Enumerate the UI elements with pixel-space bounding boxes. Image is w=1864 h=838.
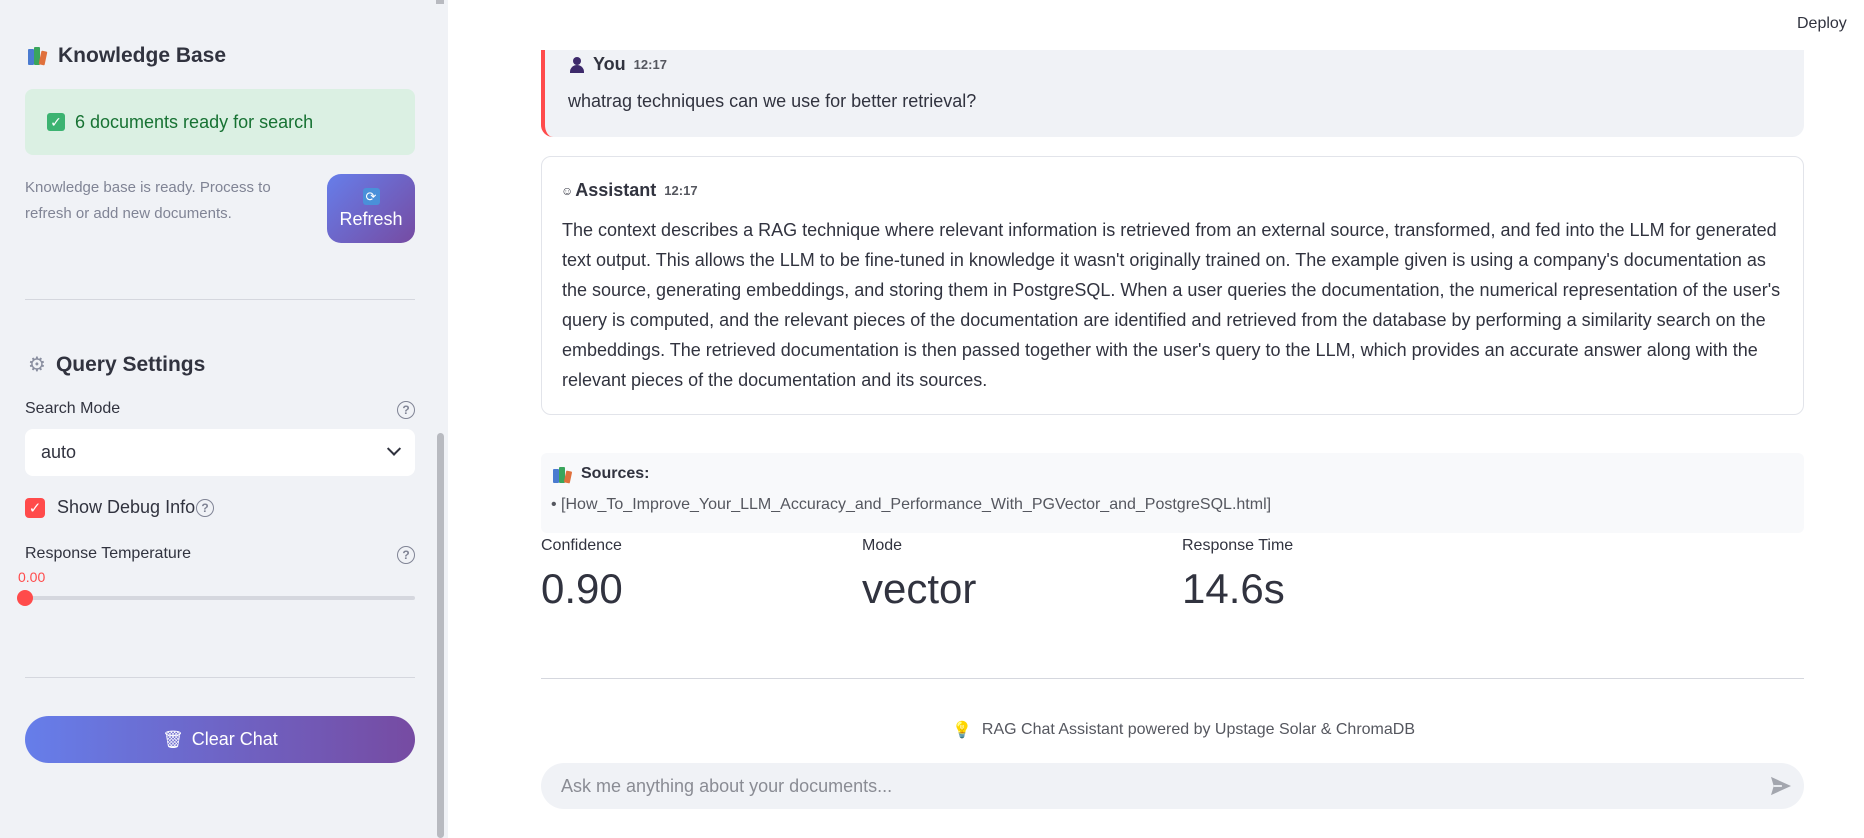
metric-mode: Mode vector <box>862 537 976 613</box>
sidebar-divider <box>25 299 415 300</box>
metric-value: vector <box>862 565 977 612</box>
assistant-time: 12:17 <box>664 183 698 198</box>
chevron-down-icon <box>386 441 402 456</box>
books-icon <box>28 47 48 66</box>
debug-help-icon[interactable]: ? <box>196 499 214 517</box>
search-mode-value: auto <box>41 442 77 462</box>
user-name: You <box>593 54 626 74</box>
temperature-slider-handle[interactable] <box>17 590 33 606</box>
search-mode-label: Search Mode <box>25 400 121 417</box>
user-message: You 12:17 whatrag techniques can we use … <box>541 50 1804 137</box>
deploy-button[interactable]: Deploy <box>1797 15 1847 33</box>
debug-checkbox-row[interactable]: ✓ Show Debug Info <box>25 497 195 518</box>
debug-label: Show Debug Info <box>57 497 196 517</box>
temperature-slider-track[interactable] <box>25 596 415 600</box>
metric-label: Confidence <box>541 537 622 554</box>
kb-status-text: 6 documents ready for search <box>75 111 314 132</box>
robot-icon: ☺ <box>561 183 574 198</box>
assistant-name: Assistant <box>575 180 657 200</box>
kb-title: Knowledge Base <box>58 44 227 67</box>
metric-value: 14.6s <box>1182 565 1285 612</box>
sidebar-divider-2 <box>25 677 415 678</box>
metric-label: Mode <box>862 537 903 554</box>
temperature-value: 0.00 <box>18 569 46 585</box>
assistant-message-text: The context describes a RAG technique wh… <box>562 220 1781 390</box>
assistant-message: ☺ Assistant 12:17 The context describes … <box>541 156 1804 415</box>
source-item: • [How_To_Improve_Your_LLM_Accuracy_and_… <box>551 496 1272 513</box>
gear-icon: ⚙ <box>28 354 46 376</box>
lightbulb-icon: 💡 <box>951 722 972 739</box>
footer: 💡 RAG Chat Assistant powered by Upstage … <box>0 720 1864 740</box>
kb-status-alert: ✓ 6 documents ready for search <box>25 89 415 155</box>
books-icon <box>553 465 573 484</box>
sources-panel: Sources: • [How_To_Improve_Your_LLM_Accu… <box>541 453 1804 533</box>
query-settings-heading: ⚙ Query Settings <box>28 352 205 377</box>
temperature-help-icon[interactable]: ? <box>397 546 415 564</box>
refresh-icon: ⟳ <box>362 187 380 205</box>
assistant-message-header: ☺ Assistant 12:17 <box>561 180 698 201</box>
chat-input[interactable]: Ask me anything about your documents... <box>541 763 1804 809</box>
search-mode-help-icon[interactable]: ? <box>397 401 415 419</box>
refresh-button[interactable]: ⟳ Refresh <box>327 174 415 243</box>
sidebar-scrollbar-thumb[interactable] <box>437 433 444 838</box>
metric-label: Response Time <box>1182 537 1294 554</box>
temperature-label: Response Temperature <box>25 545 192 562</box>
metric-response-time: Response Time 14.6s <box>1182 537 1293 613</box>
refresh-label: Refresh <box>339 208 403 229</box>
chat-input-placeholder: Ask me anything about your documents... <box>561 775 893 796</box>
user-icon <box>569 56 585 73</box>
metric-confidence: Confidence 0.90 <box>541 537 623 613</box>
sources-title: Sources: <box>581 465 650 482</box>
sources-header: Sources: <box>553 465 650 484</box>
check-icon: ✓ <box>47 113 65 131</box>
query-settings-title: Query Settings <box>55 352 206 376</box>
user-message-header: You 12:17 <box>569 54 667 75</box>
user-time: 12:17 <box>633 57 667 72</box>
sidebar-scrollbar-top <box>436 0 444 4</box>
send-icon[interactable] <box>1770 776 1792 796</box>
footer-text: RAG Chat Assistant powered by Upstage So… <box>981 721 1415 738</box>
metric-value: 0.90 <box>541 565 623 612</box>
sidebar: Knowledge Base ✓ 6 documents ready for s… <box>0 0 448 838</box>
kb-note: Knowledge base is ready. Process to refr… <box>25 179 271 222</box>
kb-heading: Knowledge Base <box>28 44 226 68</box>
debug-checkbox[interactable]: ✓ <box>25 497 45 518</box>
search-mode-select[interactable]: auto <box>25 429 415 476</box>
user-message-text: whatrag techniques can we use for better… <box>568 91 977 111</box>
main-divider <box>541 678 1804 679</box>
